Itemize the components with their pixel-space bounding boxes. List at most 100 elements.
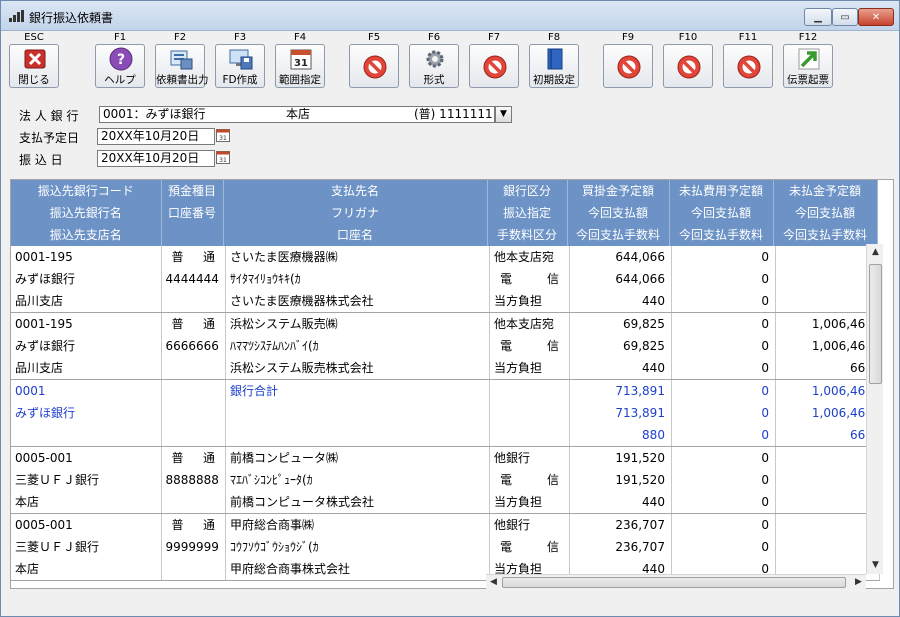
- f7-button[interactable]: [469, 44, 519, 88]
- window-title: 銀行振込依頼書: [29, 11, 114, 25]
- chart-icon: [9, 10, 24, 22]
- print-request-button[interactable]: 依頼書出力: [155, 44, 209, 88]
- calendar-icon[interactable]: 31: [216, 150, 230, 164]
- spaced-text: 普通: [166, 514, 221, 536]
- table-row[interactable]: 0005-001普通前橋コンピュータ㈱他銀行191,52000: [11, 446, 880, 469]
- table-row[interactable]: 0005-001普通甲府総合商事㈱他銀行236,70700: [11, 513, 880, 536]
- format-button[interactable]: 形式: [409, 44, 459, 88]
- column-header[interactable]: 預金種目: [161, 180, 224, 202]
- pay-date-input[interactable]: 20XX年10月20日: [97, 128, 215, 145]
- table-cell: 0: [775, 536, 880, 558]
- scroll-up-icon[interactable]: ▲: [867, 244, 884, 261]
- table-cell: [161, 290, 226, 313]
- spaced-text-right: 信: [546, 339, 559, 353]
- total-row[interactable]: みずほ銀行 713,891 0 1,006,462: [11, 402, 880, 424]
- fkey-label: F4: [293, 32, 307, 43]
- bank-account: (普) 1111111: [414, 107, 493, 121]
- table-cell: 前橋コンピュータ株式会社: [225, 491, 490, 514]
- total-row[interactable]: 0001 銀行合計 713,891 0 1,006,462: [11, 379, 880, 402]
- bank-dropdown-button[interactable]: ▼: [495, 106, 512, 123]
- table-row[interactable]: 品川支店 浜松システム販売株式会社 当方負担 440 0 660: [11, 357, 880, 380]
- fd-icon: [229, 49, 253, 70]
- horizontal-scrollbar[interactable]: ◀ ▶: [486, 574, 866, 589]
- f9-button[interactable]: [603, 44, 653, 88]
- table-row[interactable]: 0001-195 普通浜松システム販売㈱ 他本支店宛 69,825 0 1,006,462: [11, 312, 880, 335]
- help-button[interactable]: ? ヘルプ: [95, 44, 145, 88]
- column-header[interactable]: 振込先銀行名: [11, 202, 162, 224]
- table-cell: 1,006,462: [775, 335, 880, 357]
- column-header[interactable]: フリガナ: [223, 202, 488, 224]
- table-row[interactable]: 三菱ＵＦＪ銀行9999999ｺｳﾌｿｳｺﾞｳｼｮｳｼﾞ(ｶ電信236,70700: [11, 536, 880, 558]
- table-cell: 8888888: [161, 469, 226, 491]
- fkey-label: F10: [678, 32, 698, 43]
- column-header[interactable]: [161, 224, 224, 246]
- column-header[interactable]: 振込指定: [487, 202, 568, 224]
- column-header[interactable]: 今回支払手数料: [773, 224, 878, 246]
- column-header[interactable]: 今回支払額: [773, 202, 878, 224]
- column-header[interactable]: 振込先支店名: [11, 224, 162, 246]
- table-cell: 1,006,462: [775, 312, 880, 335]
- column-header[interactable]: 口座番号: [161, 202, 224, 224]
- bank-code: 0001：みずほ銀行: [103, 107, 206, 121]
- horizontal-scroll-thumb[interactable]: [502, 577, 846, 588]
- table-cell: 713,891: [569, 402, 672, 424]
- table-cell: 660: [775, 357, 880, 380]
- table-cell: 0: [671, 491, 776, 514]
- disabled-icon: [483, 55, 507, 79]
- vertical-scroll-thumb[interactable]: [869, 264, 882, 384]
- f5-button[interactable]: [349, 44, 399, 88]
- column-header[interactable]: 今回支払手数料: [669, 224, 774, 246]
- table-cell: 880: [569, 424, 672, 447]
- f11-button[interactable]: [723, 44, 773, 88]
- close-window-button[interactable]: ✕: [858, 8, 894, 26]
- table-row[interactable]: みずほ銀行4444444ｻｲﾀﾏｲﾘｮｳｷｷ(ｶ電信644,06600: [11, 268, 880, 290]
- f10-button[interactable]: [663, 44, 713, 88]
- table-row[interactable]: 本店前橋コンピュータ株式会社当方負担44000: [11, 491, 880, 514]
- fd-create-button[interactable]: FD作成: [215, 44, 265, 88]
- table-row[interactable]: 品川支店さいたま医療機器株式会社当方負担44000: [11, 290, 880, 313]
- minimize-button[interactable]: ▁: [804, 8, 832, 26]
- close-label: 閉じる: [18, 74, 50, 86]
- table-cell: 品川支店: [11, 357, 162, 380]
- table-row[interactable]: 0001-195普通さいたま医療機器㈱他本支店宛644,06600: [11, 246, 880, 268]
- transfer-date-input[interactable]: 20XX年10月20日: [97, 150, 215, 167]
- column-header[interactable]: 買掛金予定額: [567, 180, 670, 202]
- column-header[interactable]: 今回支払額: [567, 202, 670, 224]
- column-header[interactable]: 振込先銀行コード: [11, 180, 162, 202]
- table-cell: 236,707: [569, 536, 672, 558]
- title-bar[interactable]: 銀行振込依頼書 ▁ ▭ ✕: [1, 1, 899, 31]
- vertical-scrollbar[interactable]: ▲ ▼: [866, 244, 883, 574]
- column-header[interactable]: 今回支払額: [669, 202, 774, 224]
- close-icon: ✕: [871, 11, 881, 23]
- bank-select[interactable]: 0001：みずほ銀行 本店 (普) 1111111: [99, 106, 495, 123]
- table-cell: 銀行合計: [225, 379, 490, 402]
- column-header[interactable]: 今回支払手数料: [567, 224, 670, 246]
- table-cell: 0: [671, 335, 776, 357]
- column-header[interactable]: 銀行区分: [487, 180, 568, 202]
- table-row[interactable]: みずほ銀行 6666666 ﾊﾏﾏﾂｼｽﾃﾑﾊﾝﾊﾞｲ(ｶ電信 69,825 0 1,00…: [11, 335, 880, 357]
- total-row[interactable]: 880 0 660: [11, 424, 880, 447]
- table-row[interactable]: 三菱ＵＦＪ銀行8888888ﾏｴﾊﾞｼｺﾝﾋﾟｭｰﾀ(ｶ電信191,52000: [11, 469, 880, 491]
- bank-branch: 本店: [286, 107, 311, 121]
- calendar-icon[interactable]: 31: [216, 128, 230, 142]
- column-header[interactable]: 支払先名: [223, 180, 488, 202]
- gear-icon: [426, 50, 444, 68]
- voucher-button[interactable]: 伝票起票: [783, 44, 833, 88]
- spaced-text: 普通: [166, 246, 221, 268]
- column-header[interactable]: 未払費用予定額: [669, 180, 774, 202]
- initial-settings-button[interactable]: 初期設定: [529, 44, 579, 88]
- scroll-left-icon[interactable]: ◀: [486, 575, 501, 590]
- scroll-right-icon[interactable]: ▶: [851, 575, 866, 590]
- header-row: 振込先支店名 口座名 手数料区分 今回支払手数料 今回支払手数料 今回支払手数料: [11, 224, 878, 246]
- table-cell: 0005-001: [11, 446, 162, 469]
- table-cell: 440: [569, 357, 672, 380]
- column-header[interactable]: 口座名: [223, 224, 488, 246]
- scroll-down-icon[interactable]: ▼: [867, 557, 884, 574]
- table-cell: 0: [775, 290, 880, 313]
- table-cell: 713,891: [569, 379, 672, 402]
- maximize-button[interactable]: ▭: [832, 8, 858, 26]
- close-button[interactable]: 閉じる: [9, 44, 59, 88]
- column-header[interactable]: 未払金予定額: [773, 180, 878, 202]
- column-header[interactable]: 手数料区分: [487, 224, 568, 246]
- range-button[interactable]: 31 範囲指定: [275, 44, 325, 88]
